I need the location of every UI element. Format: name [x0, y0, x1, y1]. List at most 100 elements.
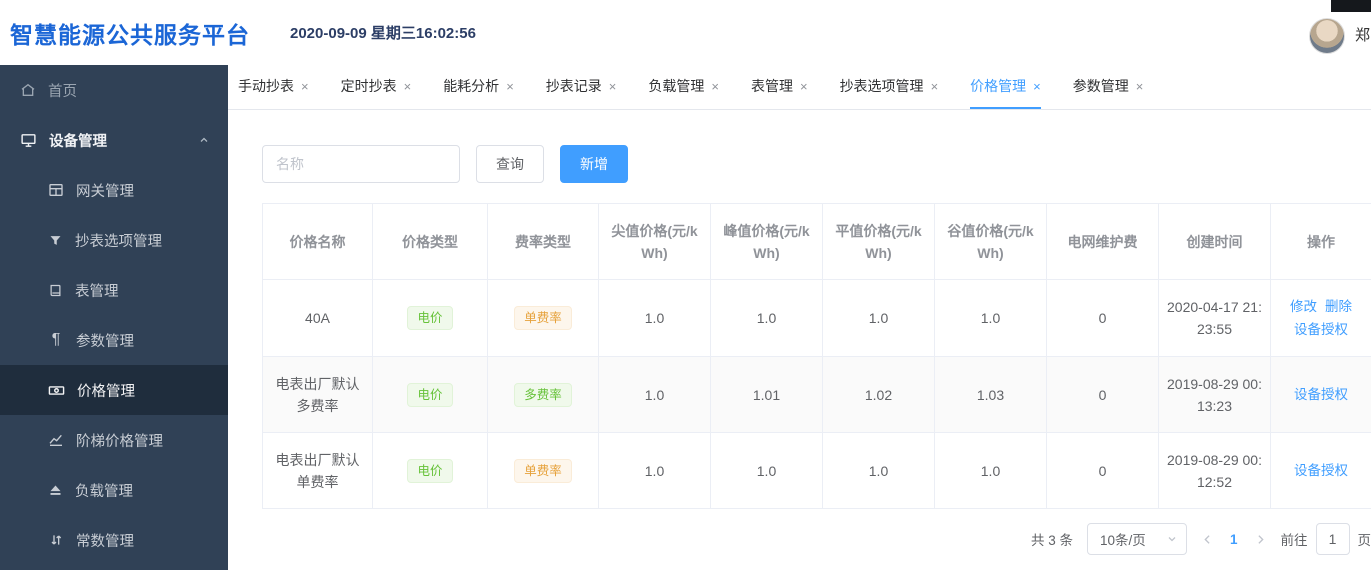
column-header: 价格名称 [262, 203, 373, 280]
sidebar-item-parameter-management[interactable]: ¶ 参数管理 [0, 315, 228, 365]
edit-link[interactable]: 修改 [1290, 296, 1317, 318]
sidebar-nav: 首页 设备管理 网关管理 抄表选项管理 表管理 ¶ 参数管理 价格管理 阶梯价格… [0, 65, 228, 570]
search-input[interactable] [262, 145, 460, 183]
sidebar-item-price-management[interactable]: 价格管理 [0, 365, 228, 415]
goto-label: 前往 [1280, 533, 1308, 548]
pager: 1 [1201, 532, 1267, 547]
book-icon [50, 284, 61, 296]
tab-energy-analysis[interactable]: 能耗分析 × [443, 65, 514, 109]
platform-title: 智慧能源公共服务平台 [10, 21, 250, 48]
tab-close-icon[interactable]: × [301, 79, 309, 94]
cell-flat-price: 1.02 [822, 356, 935, 433]
cell-rate-type: 多费率 [487, 356, 599, 433]
cell-created-time: 2019-08-29 00:12:52 [1158, 432, 1271, 509]
tab-label: 抄表选项管理 [839, 78, 924, 94]
pagination-bar: 共 3 条 10条/页 1 前往 页 [262, 523, 1371, 555]
sidebar-group-device-management[interactable]: 设备管理 [0, 115, 228, 165]
grid-icon [49, 184, 63, 196]
cell-price-type: 电价 [372, 432, 488, 509]
column-header: 费率类型 [487, 203, 599, 280]
total-count: 共 3 条 [1030, 533, 1073, 548]
cell-actions: 设备授权 [1270, 356, 1371, 433]
cell-price-name: 电表出厂默认多费率 [262, 356, 373, 433]
query-button[interactable]: 查询 [476, 145, 544, 183]
sidebar-item-label: 负载管理 [75, 483, 133, 500]
cell-created-time: 2020-04-17 21:23:55 [1158, 279, 1271, 357]
cell-peak-price: 1.01 [710, 356, 823, 433]
sidebar-item-constant-management[interactable]: 常数管理 [0, 515, 228, 565]
page-size-value: 10条/页 [1099, 533, 1146, 548]
tab-price-management[interactable]: 价格管理 × [970, 65, 1041, 109]
tab-parameter-management[interactable]: 参数管理 × [1073, 65, 1144, 109]
toolbar: 查询 新增 [262, 145, 1371, 183]
tab-label: 负载管理 [648, 78, 705, 94]
sidebar-item-tiered-price-management[interactable]: 阶梯价格管理 [0, 415, 228, 465]
tab-manual-reading[interactable]: 手动抄表 × [238, 65, 309, 109]
chevron-up-icon [200, 137, 208, 142]
main-area: 手动抄表 × 定时抄表 × 能耗分析 × 抄表记录 × 负载管理 × 表管理 × 抄表选项管… [228, 65, 1371, 570]
prev-page-icon[interactable] [1201, 533, 1214, 546]
tab-reading-records[interactable]: 抄表记录 × [546, 65, 617, 109]
price-type-badge: 电价 [407, 306, 453, 330]
chevron-down-icon [1168, 537, 1176, 542]
rate-type-badge: 单费率 [514, 458, 572, 483]
column-header: 创建时间 [1158, 203, 1271, 280]
sidebar-item-label: 网关管理 [76, 183, 134, 200]
user-name: 郑 [1355, 27, 1371, 44]
page-size-select[interactable]: 10条/页 [1086, 523, 1187, 555]
tab-close-icon[interactable]: × [609, 79, 617, 94]
home-icon [21, 83, 35, 96]
tab-reading-options-management[interactable]: 抄表选项管理 × [840, 65, 939, 109]
sidebar-item-home[interactable]: 首页 [0, 65, 228, 115]
sidebar-item-label: 参数管理 [76, 333, 134, 350]
sidebar-item-gateway-management[interactable]: 网关管理 [0, 165, 228, 215]
page-number[interactable]: 1 [1230, 532, 1238, 547]
table-header-row: 价格名称 价格类型 费率类型 尖值价格(元/kWh) 峰值价格(元/kWh) 平… [262, 203, 1371, 280]
tab-close-icon[interactable]: × [506, 79, 514, 94]
tab-close-icon[interactable]: × [404, 79, 412, 94]
cell-sharp-price: 1.0 [598, 356, 711, 433]
sidebar-item-reading-options-management[interactable]: 抄表选项管理 [0, 215, 228, 265]
tab-close-icon[interactable]: × [1033, 79, 1041, 94]
tab-scheduled-reading[interactable]: 定时抄表 × [341, 65, 412, 109]
device-authorize-link[interactable]: 设备授权 [1294, 460, 1348, 482]
tab-bar: 手动抄表 × 定时抄表 × 能耗分析 × 抄表记录 × 负载管理 × 表管理 × 抄表选项管… [228, 65, 1371, 110]
sidebar-item-load-management[interactable]: 负载管理 [0, 465, 228, 515]
tab-label: 定时抄表 [340, 78, 397, 94]
price-type-badge: 电价 [407, 382, 453, 407]
sidebar-item-meter-management[interactable]: 表管理 [0, 265, 228, 315]
cell-rate-type: 单费率 [487, 432, 599, 509]
sidebar-item-label: 抄表选项管理 [75, 233, 162, 250]
rate-type-badge: 单费率 [514, 306, 572, 330]
content-panel: 查询 新增 价格名称 价格类型 费率类型 尖值价格(元/kWh) [228, 110, 1371, 555]
goto-page-input[interactable] [1315, 523, 1350, 555]
cell-rate-type: 单费率 [487, 279, 599, 357]
cell-actions: 修改 删除设备授权 [1270, 279, 1371, 357]
add-button[interactable]: 新增 [560, 145, 628, 183]
tab-load-management[interactable]: 负载管理 × [648, 65, 719, 109]
cell-actions: 设备授权 [1270, 432, 1371, 509]
cell-peak-price: 1.0 [710, 432, 823, 509]
tab-close-icon[interactable]: × [711, 79, 719, 94]
corner-artifact [1331, 0, 1371, 12]
table-row: 40A 电价 单费率 1.0 1.0 1.0 1.0 0 2020-04-17 … [262, 279, 1371, 357]
pilcrow-icon: ¶ [51, 331, 61, 348]
column-header: 操作 [1270, 203, 1371, 280]
cell-maintenance-fee: 0 [1046, 279, 1159, 357]
sort-arrows-icon [51, 535, 62, 545]
tab-label: 能耗分析 [443, 78, 500, 94]
tab-close-icon[interactable]: × [1136, 79, 1144, 94]
cell-peak-price: 1.0 [710, 279, 823, 357]
filter-icon [50, 235, 61, 245]
tab-close-icon[interactable]: × [800, 79, 808, 94]
tab-close-icon[interactable]: × [931, 79, 939, 94]
device-authorize-link[interactable]: 设备授权 [1294, 319, 1348, 341]
next-page-icon[interactable] [1254, 533, 1267, 546]
delete-link[interactable]: 删除 [1325, 296, 1352, 318]
price-type-badge: 电价 [407, 458, 453, 483]
column-header: 谷值价格(元/kWh) [934, 203, 1047, 280]
rate-type-badge: 多费率 [514, 382, 572, 407]
tab-meter-management[interactable]: 表管理 × [751, 65, 808, 109]
user-avatar[interactable] [1309, 18, 1345, 54]
device-authorize-link[interactable]: 设备授权 [1294, 384, 1348, 406]
